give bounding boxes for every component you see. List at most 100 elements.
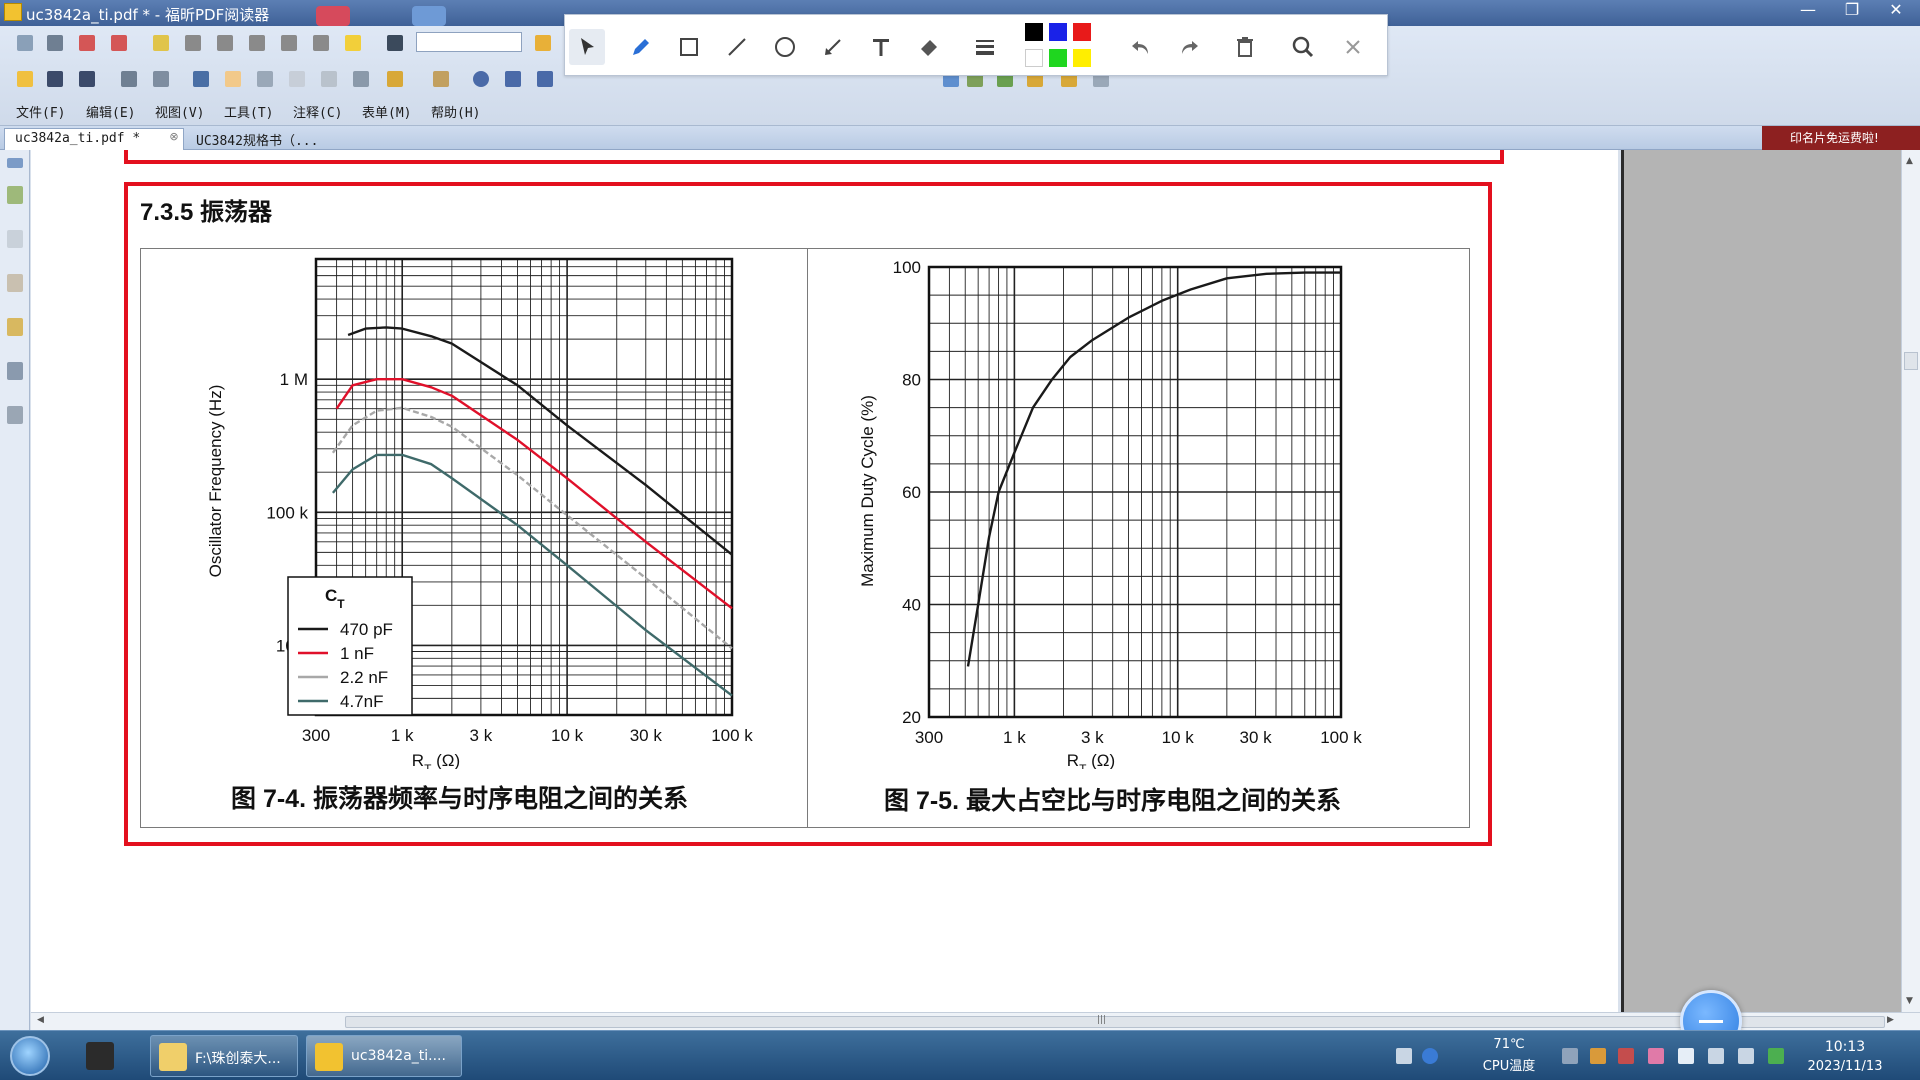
color-swatch-yellow[interactable] — [1073, 49, 1091, 67]
color-swatch-blue[interactable] — [1049, 23, 1067, 41]
monitor-icon[interactable] — [190, 68, 212, 90]
menu-edit[interactable]: 编辑(E) — [86, 102, 135, 121]
attachment-icon[interactable] — [5, 360, 25, 382]
menu-file[interactable]: 文件(F) — [16, 102, 65, 121]
pen-icon[interactable] — [430, 68, 452, 90]
email-icon[interactable] — [76, 32, 98, 54]
print-icon[interactable] — [44, 32, 66, 54]
flag-icon[interactable] — [108, 32, 130, 54]
circle-annot-icon[interactable] — [470, 68, 492, 90]
arrow-annot-icon[interactable] — [502, 68, 524, 90]
trash-icon[interactable] — [1227, 29, 1263, 65]
page-icon[interactable] — [318, 68, 340, 90]
undo-icon[interactable] — [1123, 29, 1159, 65]
pinned-app-icon[interactable] — [80, 1036, 120, 1076]
clock-time[interactable]: 10:13 — [1810, 1039, 1880, 1055]
volume-icon[interactable] — [1738, 1048, 1754, 1064]
find-next-icon[interactable] — [532, 32, 554, 54]
scroll-right-icon[interactable]: ▶ — [1887, 1015, 1894, 1025]
text-tool-icon[interactable] — [182, 32, 204, 54]
tray-app-icon[interactable] — [1590, 1048, 1606, 1064]
menu-comment[interactable]: 注释(C) — [293, 102, 342, 121]
select-arrow-icon[interactable] — [286, 68, 308, 90]
ad-banner[interactable]: 印名片免运费啦! — [1762, 126, 1920, 150]
signature-icon[interactable] — [5, 404, 25, 426]
restore-button[interactable]: ❐ — [1830, 0, 1874, 22]
tab-uc3842-spec[interactable]: UC3842规格书（... — [186, 128, 346, 150]
image-icon[interactable] — [350, 68, 372, 90]
menu-help[interactable]: 帮助(H) — [431, 102, 480, 121]
taskbar-pdf-reader[interactable]: uc3842a_ti.... — [306, 1035, 462, 1077]
right-chart-series — [966, 271, 1341, 667]
tray-app-icon[interactable] — [1618, 1048, 1634, 1064]
color-swatch-green[interactable] — [1049, 49, 1067, 67]
text-tool-icon[interactable] — [278, 32, 300, 54]
text-select-icon[interactable] — [150, 32, 172, 54]
pencil-tool-icon[interactable] — [623, 29, 659, 65]
snapshot-icon[interactable] — [254, 68, 276, 90]
keyboard-icon[interactable] — [1396, 1048, 1412, 1064]
vertical-scroll-thumb[interactable] — [1904, 352, 1918, 370]
search-icon[interactable] — [1285, 29, 1321, 65]
bookmarks-icon[interactable] — [5, 184, 25, 206]
select-tool-icon[interactable] — [569, 29, 605, 65]
scroll-left-icon[interactable]: ◀ — [37, 1015, 44, 1025]
help-icon[interactable] — [1422, 1048, 1438, 1064]
stamp-icon[interactable] — [384, 68, 406, 90]
close-palette-icon[interactable] — [1335, 29, 1371, 65]
menu-tools[interactable]: 工具(T) — [224, 102, 273, 121]
ellipse-tool-icon[interactable] — [767, 29, 803, 65]
app-window: uc3842a_ti.pdf * - 福昕PDF阅读器 — ❐ ✕ 文件(F) … — [0, 0, 1920, 1080]
start-button[interactable] — [10, 1036, 50, 1076]
eraser-tool-icon[interactable] — [911, 29, 947, 65]
foxit-icon — [315, 1043, 343, 1071]
note-icon[interactable] — [342, 32, 364, 54]
redo-icon[interactable] — [1171, 29, 1207, 65]
hand-tool-icon[interactable] — [222, 68, 244, 90]
color-swatch-red[interactable] — [1073, 23, 1091, 41]
layers-icon[interactable] — [5, 316, 25, 338]
document-viewport[interactable]: 7.3.5 振荡器 300 1 k 3 k 10 k 30 k 100 k 10 k 100… — [31, 150, 1618, 1012]
scroll-up-icon[interactable]: ▲ — [1906, 156, 1913, 166]
tab-uc3842a-ti[interactable]: uc3842a_ti.pdf * — [4, 128, 184, 150]
tray-app-icon[interactable] — [1562, 1048, 1578, 1064]
tab-close-icon[interactable]: ⊗ — [168, 131, 180, 143]
arrow-tool-icon[interactable] — [815, 29, 851, 65]
taskbar-explorer[interactable]: F:\珠创泰大... — [150, 1035, 298, 1077]
tray-app-icon[interactable] — [1648, 1048, 1664, 1064]
find-input[interactable] — [416, 32, 522, 52]
text-tool-icon[interactable] — [246, 32, 268, 54]
binoculars-icon[interactable] — [384, 32, 406, 54]
clock-date[interactable]: 2023/11/13 — [1800, 1059, 1890, 1074]
tray-app-icon[interactable] — [1768, 1048, 1784, 1064]
tray-app-icon[interactable] — [1678, 1048, 1694, 1064]
save-as-icon[interactable] — [76, 68, 98, 90]
pages-icon[interactable] — [5, 228, 25, 250]
color-swatch-white[interactable] — [1025, 49, 1043, 67]
save-icon[interactable] — [44, 68, 66, 90]
print-icon[interactable] — [118, 68, 140, 90]
vertical-scrollbar[interactable]: ▲ ▼ — [1901, 150, 1920, 1012]
text-tool-icon[interactable] — [214, 32, 236, 54]
line-annot-icon[interactable] — [534, 68, 556, 90]
horizontal-scroll-thumb[interactable] — [345, 1016, 1885, 1028]
horizontal-scrollbar[interactable]: ◀ ||| ▶ — [31, 1012, 1920, 1030]
menu-form[interactable]: 表单(M) — [362, 102, 411, 121]
menu-view[interactable]: 视图(V) — [155, 102, 204, 121]
close-window-button[interactable]: ✕ — [1874, 0, 1918, 22]
minimize-button[interactable]: — — [1786, 0, 1830, 22]
scanner-icon[interactable] — [150, 68, 172, 90]
open-folder-icon[interactable] — [14, 68, 36, 90]
text-tool-icon[interactable] — [310, 32, 332, 54]
line-weight-icon[interactable] — [967, 29, 1003, 65]
expand-sidebar-icon[interactable] — [5, 156, 25, 178]
text-tool-icon[interactable] — [863, 29, 899, 65]
rectangle-tool-icon[interactable] — [671, 29, 707, 65]
max-duty-cycle-chart: 300 1 k 3 k 10 k 30 k 100 k 20 40 60 80 100 Maxim… — [858, 258, 1362, 769]
tag-icon[interactable] — [5, 272, 25, 294]
attach-icon[interactable] — [14, 32, 36, 54]
color-swatch-black[interactable] — [1025, 23, 1043, 41]
scroll-down-icon[interactable]: ▼ — [1906, 996, 1913, 1006]
line-tool-icon[interactable] — [719, 29, 755, 65]
network-icon[interactable] — [1708, 1048, 1724, 1064]
